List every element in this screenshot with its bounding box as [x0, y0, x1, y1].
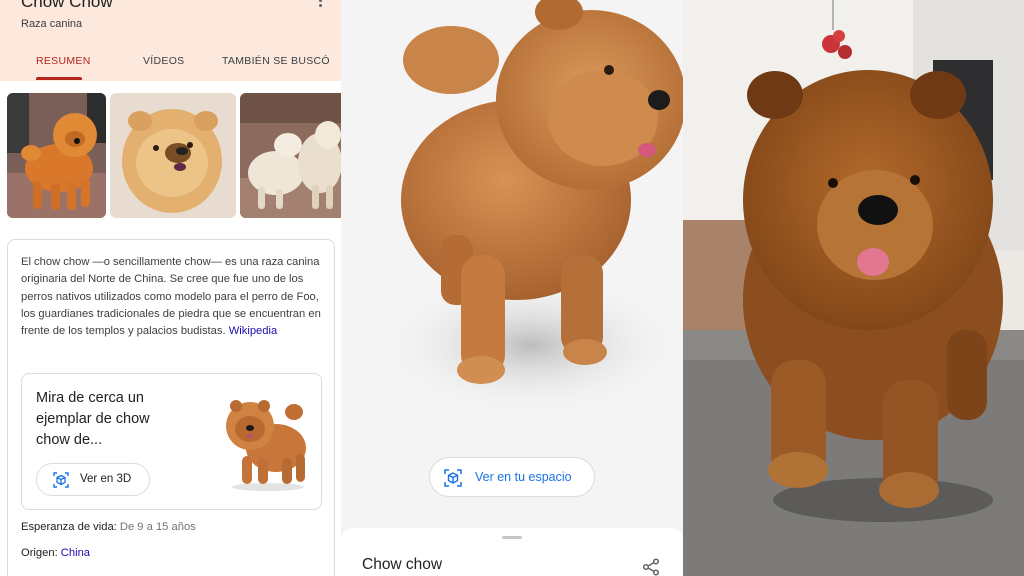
fact-key: Esperanza de vida: — [21, 521, 117, 533]
drag-handle[interactable] — [502, 536, 522, 539]
entity-subtitle: Raza canina — [21, 18, 83, 30]
sheet-title: Chow chow — [362, 556, 443, 573]
ar-cube-icon — [444, 469, 462, 487]
composite-screenshot: Chow Chow Raza canina RESUMEN VÍDEOS TAM… — [0, 0, 1024, 576]
breed-description: El chow chow —o sencillamente chow— es u… — [21, 254, 323, 340]
tab-videos[interactable]: VÍDEOS — [143, 55, 184, 67]
active-tab-indicator — [36, 77, 82, 80]
origin-link[interactable]: China — [61, 547, 90, 559]
view-3d-prompt: Mira de cerca un ejemplar de chow chow d… — [36, 390, 150, 448]
ar-scene — [683, 0, 1024, 576]
knowledge-header: Chow Chow Raza canina RESUMEN VÍDEOS TAM… — [0, 0, 341, 81]
dog-3d-preview — [226, 400, 306, 491]
share-icon[interactable] — [642, 558, 660, 576]
wikipedia-link[interactable]: Wikipedia — [229, 325, 278, 337]
fact-life-expectancy: Esperanza de vida: De 9 a 15 años — [21, 521, 196, 533]
view-in-3d-label: Ver en 3D — [80, 473, 132, 485]
tab-resumen[interactable]: RESUMEN — [36, 55, 91, 67]
image-thumbnail-1[interactable] — [7, 93, 106, 218]
more-vert-icon[interactable] — [319, 0, 323, 7]
3d-viewer-panel: Ver en tu espacio Chow chow — [341, 0, 683, 576]
entity-title: Chow Chow — [21, 0, 113, 11]
info-card: El chow chow —o sencillamente chow— es u… — [7, 239, 335, 576]
bottom-sheet[interactable]: Chow chow — [341, 528, 683, 576]
knowledge-panel: Chow Chow Raza canina RESUMEN VÍDEOS TAM… — [0, 0, 341, 576]
view-in-your-space-label: Ver en tu espacio — [475, 470, 572, 484]
ar-camera-view — [683, 0, 1024, 576]
fact-origin: Origen: China — [21, 547, 90, 559]
view-in-your-space-button[interactable]: Ver en tu espacio — [429, 457, 595, 497]
tab-bar: RESUMEN VÍDEOS TAMBIÉN SE BUSCÓ — [0, 50, 341, 81]
view-in-3d-button[interactable]: Ver en 3D — [36, 463, 150, 496]
cube-3d-icon — [53, 472, 69, 488]
fact-value: De 9 a 15 años — [119, 521, 196, 533]
fact-key: Origen: — [21, 547, 58, 559]
tab-tambien-se-busco[interactable]: TAMBIÉN SE BUSCÓ — [222, 55, 330, 67]
image-thumbnail-3[interactable] — [240, 93, 341, 218]
image-thumbnail-2[interactable] — [110, 93, 236, 218]
view-in-3d-card[interactable]: Mira de cerca un ejemplar de chow chow d… — [21, 373, 322, 510]
